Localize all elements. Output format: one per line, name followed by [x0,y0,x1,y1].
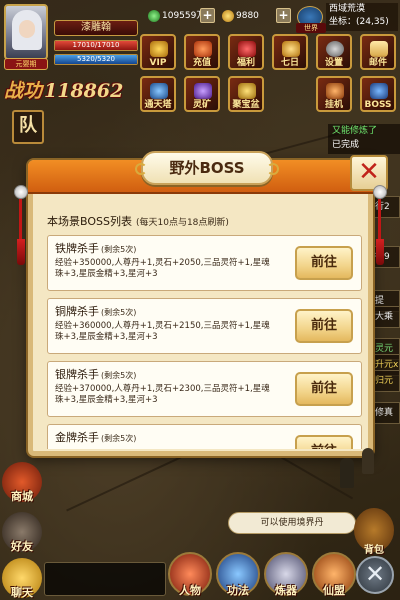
dialog-title: 野外BOSS [169,159,245,177]
settings-button[interactable]: 设置 [316,34,352,70]
jade-amount: 109559万 [162,11,206,21]
side-tag-4[interactable]: 大乘 [372,306,400,328]
boss-name: 铁牌杀手 [55,242,99,255]
mail-button[interactable]: 邮件 [360,34,396,70]
combat-power: 战功 118862 [4,76,123,103]
go-button[interactable]: 前往 [295,435,353,449]
skills-button[interactable]: 功法 [216,552,260,597]
shop-button[interactable]: 商城 [2,462,42,503]
jade-icon [148,9,160,22]
quest-status: 已完成 [332,140,360,150]
add-gold-button[interactable]: + [276,8,291,23]
add-jade-button[interactable]: + [200,8,215,23]
boss-reward: 经验+360000,人尊丹+1,灵石+2150,三品灵符+1,星魂珠+3,星辰金… [55,321,270,342]
mp-bar: 5320/5320 [54,54,138,65]
gold-currency: 9880 [222,9,259,24]
welfare-button[interactable]: 福利 [228,34,264,70]
boss-item: 铜牌杀手 (剩余5次) 经验+360000,人尊丹+1,灵石+2150,三品灵符+… [47,298,362,354]
treasure-bowl-button[interactable]: 聚宝盆 [228,76,264,112]
world-map-button[interactable]: 世界 [296,6,326,33]
map-coords: 坐标：(24,35) [329,17,389,27]
recharge-button[interactable]: 充值 [184,34,220,70]
auto-battle-button[interactable]: 挂机 [316,76,352,112]
boss-reward: 经验+350000,人尊丹+1,灵石+2050,三品灵符+1,星魂珠+3,星辰金… [55,258,270,279]
go-button[interactable]: 前往 [295,246,353,280]
world-label: 世界 [296,23,326,33]
realm-badge: 元婴期 [4,58,48,70]
side-tag-7[interactable]: 归元 [372,370,400,392]
side-tag-8[interactable]: 修真 [372,402,400,424]
boss-remaining: (剩余5次) [101,245,137,254]
spirit-mine-button[interactable]: 灵矿 [184,76,220,112]
go-button[interactable]: 前往 [295,372,353,406]
player-avatar[interactable] [4,4,48,60]
combat-power-label: 战功 [4,80,43,102]
map-name: 西域荒漠 [329,4,366,14]
boss-name: 铜牌杀手 [55,305,99,318]
quest-title: 又能修炼了 [332,126,378,136]
boss-name: 银牌杀手 [55,368,99,381]
quest-tracker[interactable]: 又能修炼了 已完成 [328,124,400,154]
boss-list-label: 本场景BOSS列表 [47,215,132,228]
npc-figure[interactable] [340,458,354,488]
hint-bubble[interactable]: 可以使用境界丹 [228,512,356,534]
left-tassel-icon [14,185,28,265]
friends-button[interactable]: 好友 [2,512,42,553]
gold-icon [222,9,234,22]
forge-button[interactable]: 炼器 [264,552,308,597]
gold-amount: 9880 [236,11,259,21]
mp-text: 5320/5320 [77,55,115,63]
npc-figure[interactable] [362,448,374,474]
boss-item: 银牌杀手 (剩余5次) 经验+370000,人尊丹+1,灵石+2300,三品灵符+… [47,361,362,417]
map-info: 西域荒漠 坐标：(24,35) [326,3,398,31]
combat-power-value: 118862 [44,80,124,102]
jade-currency: 109559万 [148,9,205,24]
hp-bar: 17010/17010 [54,40,138,51]
right-tassel-icon [373,185,387,265]
guild-button[interactable]: 仙盟 [312,552,356,597]
boss-item: 铁牌杀手 (剩余5次) 经验+350000,人尊丹+1,灵石+2050,三品灵符+… [47,235,362,291]
boss-remaining: (剩余5次) [101,371,137,380]
collapse-menu-button[interactable]: ✕ [356,556,394,594]
bag-button[interactable]: 背包 [354,508,394,556]
character-button[interactable]: 人物 [168,552,212,597]
hp-text: 17010/17010 [72,41,120,49]
boss-reward: 经验+370000,人尊丹+1,灵石+2300,三品灵符+1,星魂珠+3,星辰金… [55,384,270,405]
boss-remaining: (剩余5次) [101,308,137,317]
refresh-note: (每天10点与18点刷新) [135,218,229,228]
team-button[interactable]: 队 [12,110,44,144]
boss-remaining: (剩余5次) [101,434,137,443]
boss-item: 金牌杀手(剩余5次) 前往 [47,424,362,449]
seven-day-button[interactable]: 七日 [272,34,308,70]
tongtian-tower-button[interactable]: 通天塔 [140,76,176,112]
boss-name: 金牌杀手 [55,431,99,444]
go-button[interactable]: 前往 [295,309,353,343]
chat-button[interactable]: 聊天 [2,558,42,599]
vip-button[interactable]: VIP [140,34,176,70]
chat-box[interactable] [44,562,166,596]
player-name: 漆雕翰 [54,20,138,36]
boss-button[interactable]: BOSS [360,76,396,112]
dialog-title-plate: 野外BOSS [135,151,279,185]
boss-list[interactable]: 铁牌杀手 (剩余5次) 经验+350000,人尊丹+1,灵石+2050,三品灵符+… [47,235,362,449]
field-boss-dialog: 野外BOSS ✕ 本场景BOSS列表 (每天10点与18点刷新) 铁牌杀手 (剩余5… [14,151,388,456]
boss-list-title: 本场景BOSS列表 (每天10点与18点刷新) [47,213,229,229]
